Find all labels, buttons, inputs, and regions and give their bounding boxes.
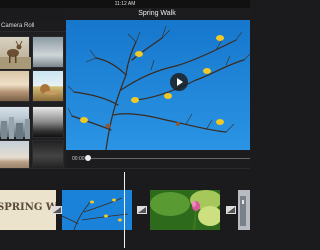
thumbnail-snail[interactable] [32, 70, 64, 102]
cross-dissolve-icon[interactable] [137, 206, 147, 214]
deer-image [0, 40, 31, 69]
thumbnail-beach[interactable] [0, 140, 30, 168]
thumbnail-bw-street[interactable] [32, 106, 64, 138]
flower-clip[interactable] [150, 190, 220, 230]
next-clip-image [238, 190, 250, 230]
thumbnail-city[interactable] [0, 106, 30, 139]
current-time: 00:00 [72, 156, 85, 162]
status-time: 11:12 AM [114, 1, 136, 7]
media-browser: Camera Roll [0, 20, 66, 168]
play-button[interactable] [170, 73, 188, 91]
cross-dissolve-icon[interactable] [226, 206, 236, 214]
spring-birds-frame [66, 20, 250, 150]
thumbnail-deer[interactable] [0, 36, 31, 69]
cross-dissolve-icon[interactable] [52, 206, 62, 214]
project-title: Spring Walk [64, 8, 250, 20]
scrub-handle[interactable] [85, 155, 91, 161]
birds-clip-image [62, 190, 132, 230]
thumbnail-water[interactable] [32, 36, 64, 68]
scrub-track[interactable] [86, 158, 250, 159]
snail-image [40, 84, 58, 95]
playhead[interactable] [124, 172, 125, 248]
flower-clip-image [150, 190, 220, 230]
next-clip[interactable] [238, 190, 250, 230]
camera-roll-title[interactable]: Camera Roll [0, 20, 66, 32]
city-image [1, 117, 30, 139]
title-clip[interactable]: SPRING WALK [0, 190, 56, 230]
birds-clip[interactable] [62, 190, 132, 230]
scrubber-bar [66, 150, 250, 168]
title-clip-text: SPRING WALK [0, 202, 56, 213]
thumbnail-portrait[interactable] [32, 140, 64, 168]
video-viewer[interactable] [66, 20, 250, 150]
thumbnail-sunset[interactable] [0, 70, 30, 102]
